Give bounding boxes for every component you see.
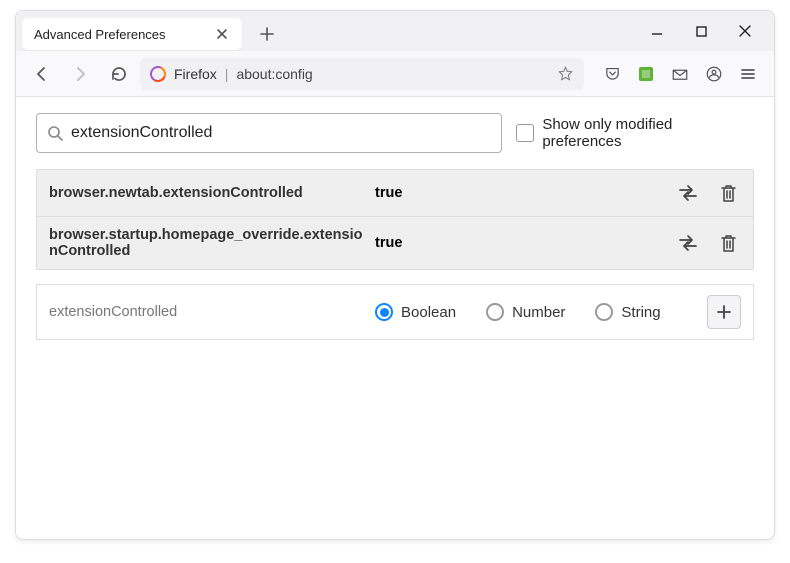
add-pref-button[interactable] bbox=[707, 295, 741, 329]
checkbox-icon bbox=[516, 124, 534, 142]
trash-icon[interactable] bbox=[715, 180, 741, 206]
extension-icon[interactable] bbox=[630, 58, 662, 90]
mail-icon[interactable] bbox=[664, 58, 696, 90]
back-button[interactable] bbox=[26, 58, 58, 90]
trash-icon[interactable] bbox=[715, 230, 741, 256]
urlbar-prefix: Firefox bbox=[174, 66, 217, 82]
urlbar-text: about:config bbox=[236, 66, 549, 82]
pref-row[interactable]: browser.newtab.extensionControlled true bbox=[37, 170, 753, 217]
pref-actions bbox=[675, 180, 741, 206]
radio-icon bbox=[486, 303, 504, 321]
new-pref-name: extensionControlled bbox=[49, 304, 369, 320]
reload-button[interactable] bbox=[102, 58, 134, 90]
toggle-icon[interactable] bbox=[675, 180, 701, 206]
app-menu-button[interactable] bbox=[732, 58, 764, 90]
type-boolean-radio[interactable]: Boolean bbox=[375, 303, 456, 321]
urlbar-separator: | bbox=[225, 66, 229, 82]
radio-label: Number bbox=[512, 304, 565, 321]
new-pref-row: extensionControlled Boolean Number Strin… bbox=[36, 284, 754, 340]
radio-label: Boolean bbox=[401, 304, 456, 321]
search-icon bbox=[47, 125, 63, 141]
pref-table: browser.newtab.extensionControlled true … bbox=[36, 169, 754, 270]
tab-bar: Advanced Preferences bbox=[16, 11, 774, 51]
search-row: extensionControlled Show only modified p… bbox=[36, 113, 754, 153]
about-config-content: extensionControlled Show only modified p… bbox=[16, 97, 774, 539]
toolbar: Firefox | about:config bbox=[16, 51, 774, 97]
new-tab-button[interactable] bbox=[252, 19, 282, 49]
radio-icon bbox=[375, 303, 393, 321]
pref-value: true bbox=[369, 185, 675, 201]
pref-name: browser.startup.homepage_override.extens… bbox=[49, 227, 369, 259]
pref-search-input[interactable]: extensionControlled bbox=[36, 113, 502, 153]
bookmark-star-icon[interactable] bbox=[557, 65, 574, 82]
radio-icon bbox=[595, 303, 613, 321]
browser-window: Advanced Preferences bbox=[15, 10, 775, 540]
toolbar-right-icons bbox=[596, 58, 764, 90]
tab-advanced-preferences[interactable]: Advanced Preferences bbox=[22, 18, 242, 50]
show-modified-label: Show only modified preferences bbox=[542, 116, 754, 150]
tab-title: Advanced Preferences bbox=[34, 27, 166, 42]
show-modified-checkbox[interactable]: Show only modified preferences bbox=[516, 116, 754, 150]
type-number-radio[interactable]: Number bbox=[486, 303, 565, 321]
account-icon[interactable] bbox=[698, 58, 730, 90]
minimize-button[interactable] bbox=[648, 22, 666, 40]
type-string-radio[interactable]: String bbox=[595, 303, 660, 321]
search-input-value: extensionControlled bbox=[71, 124, 212, 142]
url-bar[interactable]: Firefox | about:config bbox=[140, 58, 584, 90]
toggle-icon[interactable] bbox=[675, 230, 701, 256]
close-icon[interactable] bbox=[214, 26, 230, 42]
radio-label: String bbox=[621, 304, 660, 321]
close-window-button[interactable] bbox=[736, 22, 754, 40]
firefox-icon bbox=[150, 66, 166, 82]
pref-name: browser.newtab.extensionControlled bbox=[49, 185, 369, 201]
pocket-icon[interactable] bbox=[596, 58, 628, 90]
pref-value: true bbox=[369, 235, 675, 251]
pref-row[interactable]: browser.startup.homepage_override.extens… bbox=[37, 217, 753, 269]
forward-button[interactable] bbox=[64, 58, 96, 90]
type-radio-group: Boolean Number String bbox=[369, 303, 707, 321]
window-controls bbox=[648, 22, 768, 40]
maximize-button[interactable] bbox=[692, 22, 710, 40]
pref-actions bbox=[675, 230, 741, 256]
